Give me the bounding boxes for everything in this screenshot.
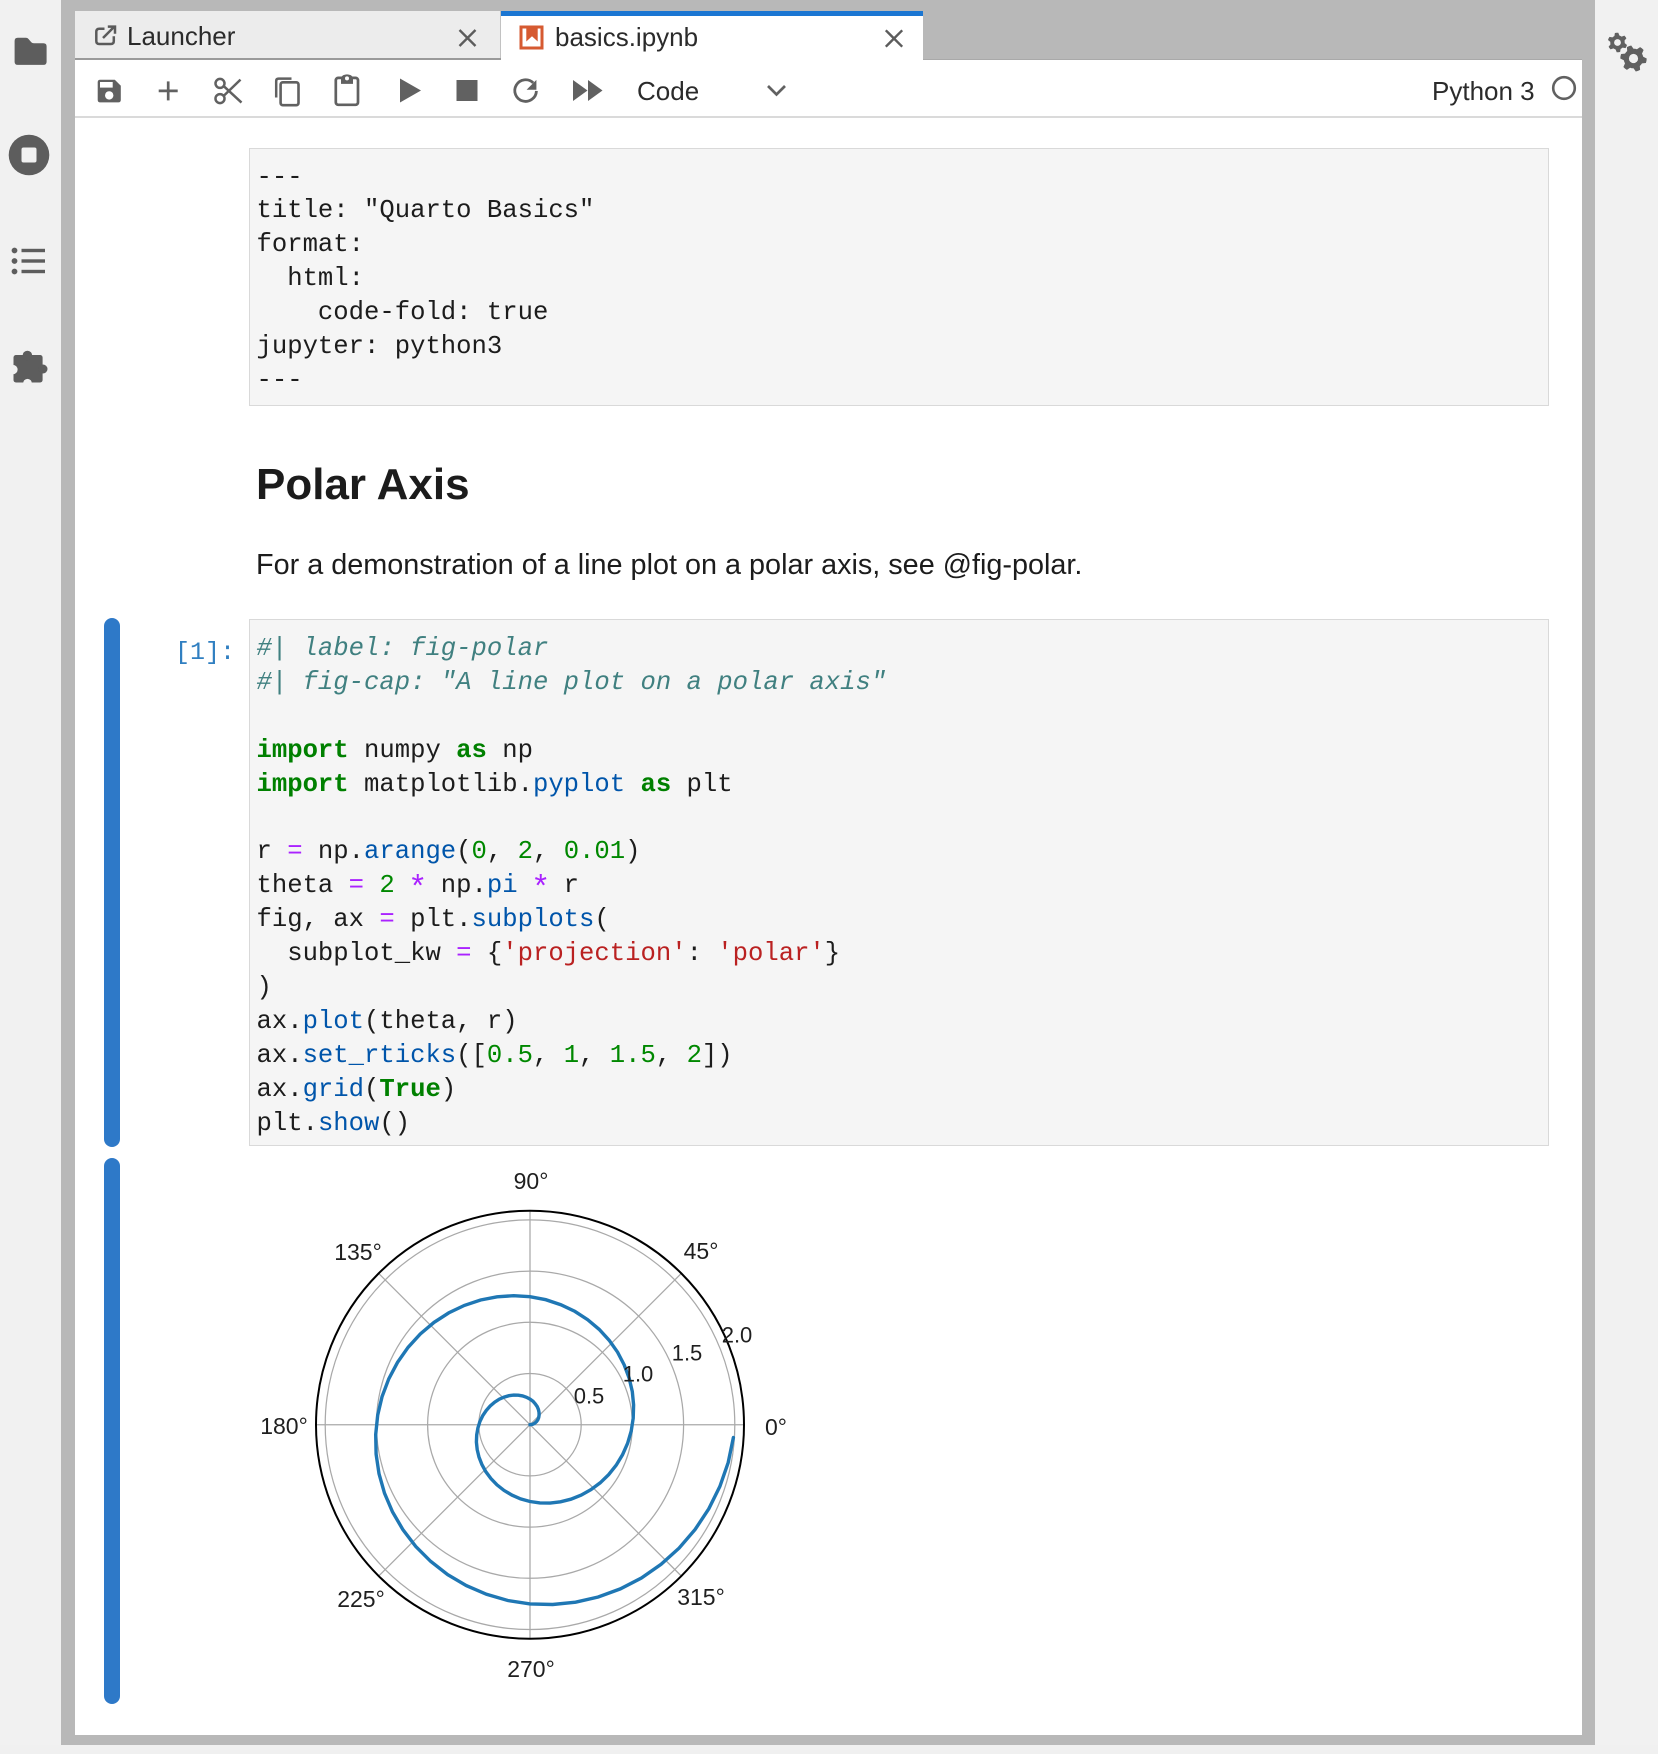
svg-text:45°: 45° [684,1238,719,1264]
svg-text:2.0: 2.0 [722,1323,753,1348]
svg-text:90°: 90° [514,1168,549,1194]
svg-text:180°: 180° [260,1413,308,1439]
svg-text:0°: 0° [765,1414,787,1440]
svg-text:1.0: 1.0 [623,1362,654,1387]
svg-text:315°: 315° [677,1584,725,1610]
svg-text:135°: 135° [334,1239,382,1265]
svg-text:0.5: 0.5 [574,1384,605,1409]
svg-text:225°: 225° [337,1586,385,1612]
svg-text:1.5: 1.5 [672,1341,703,1366]
svg-text:270°: 270° [507,1656,555,1682]
